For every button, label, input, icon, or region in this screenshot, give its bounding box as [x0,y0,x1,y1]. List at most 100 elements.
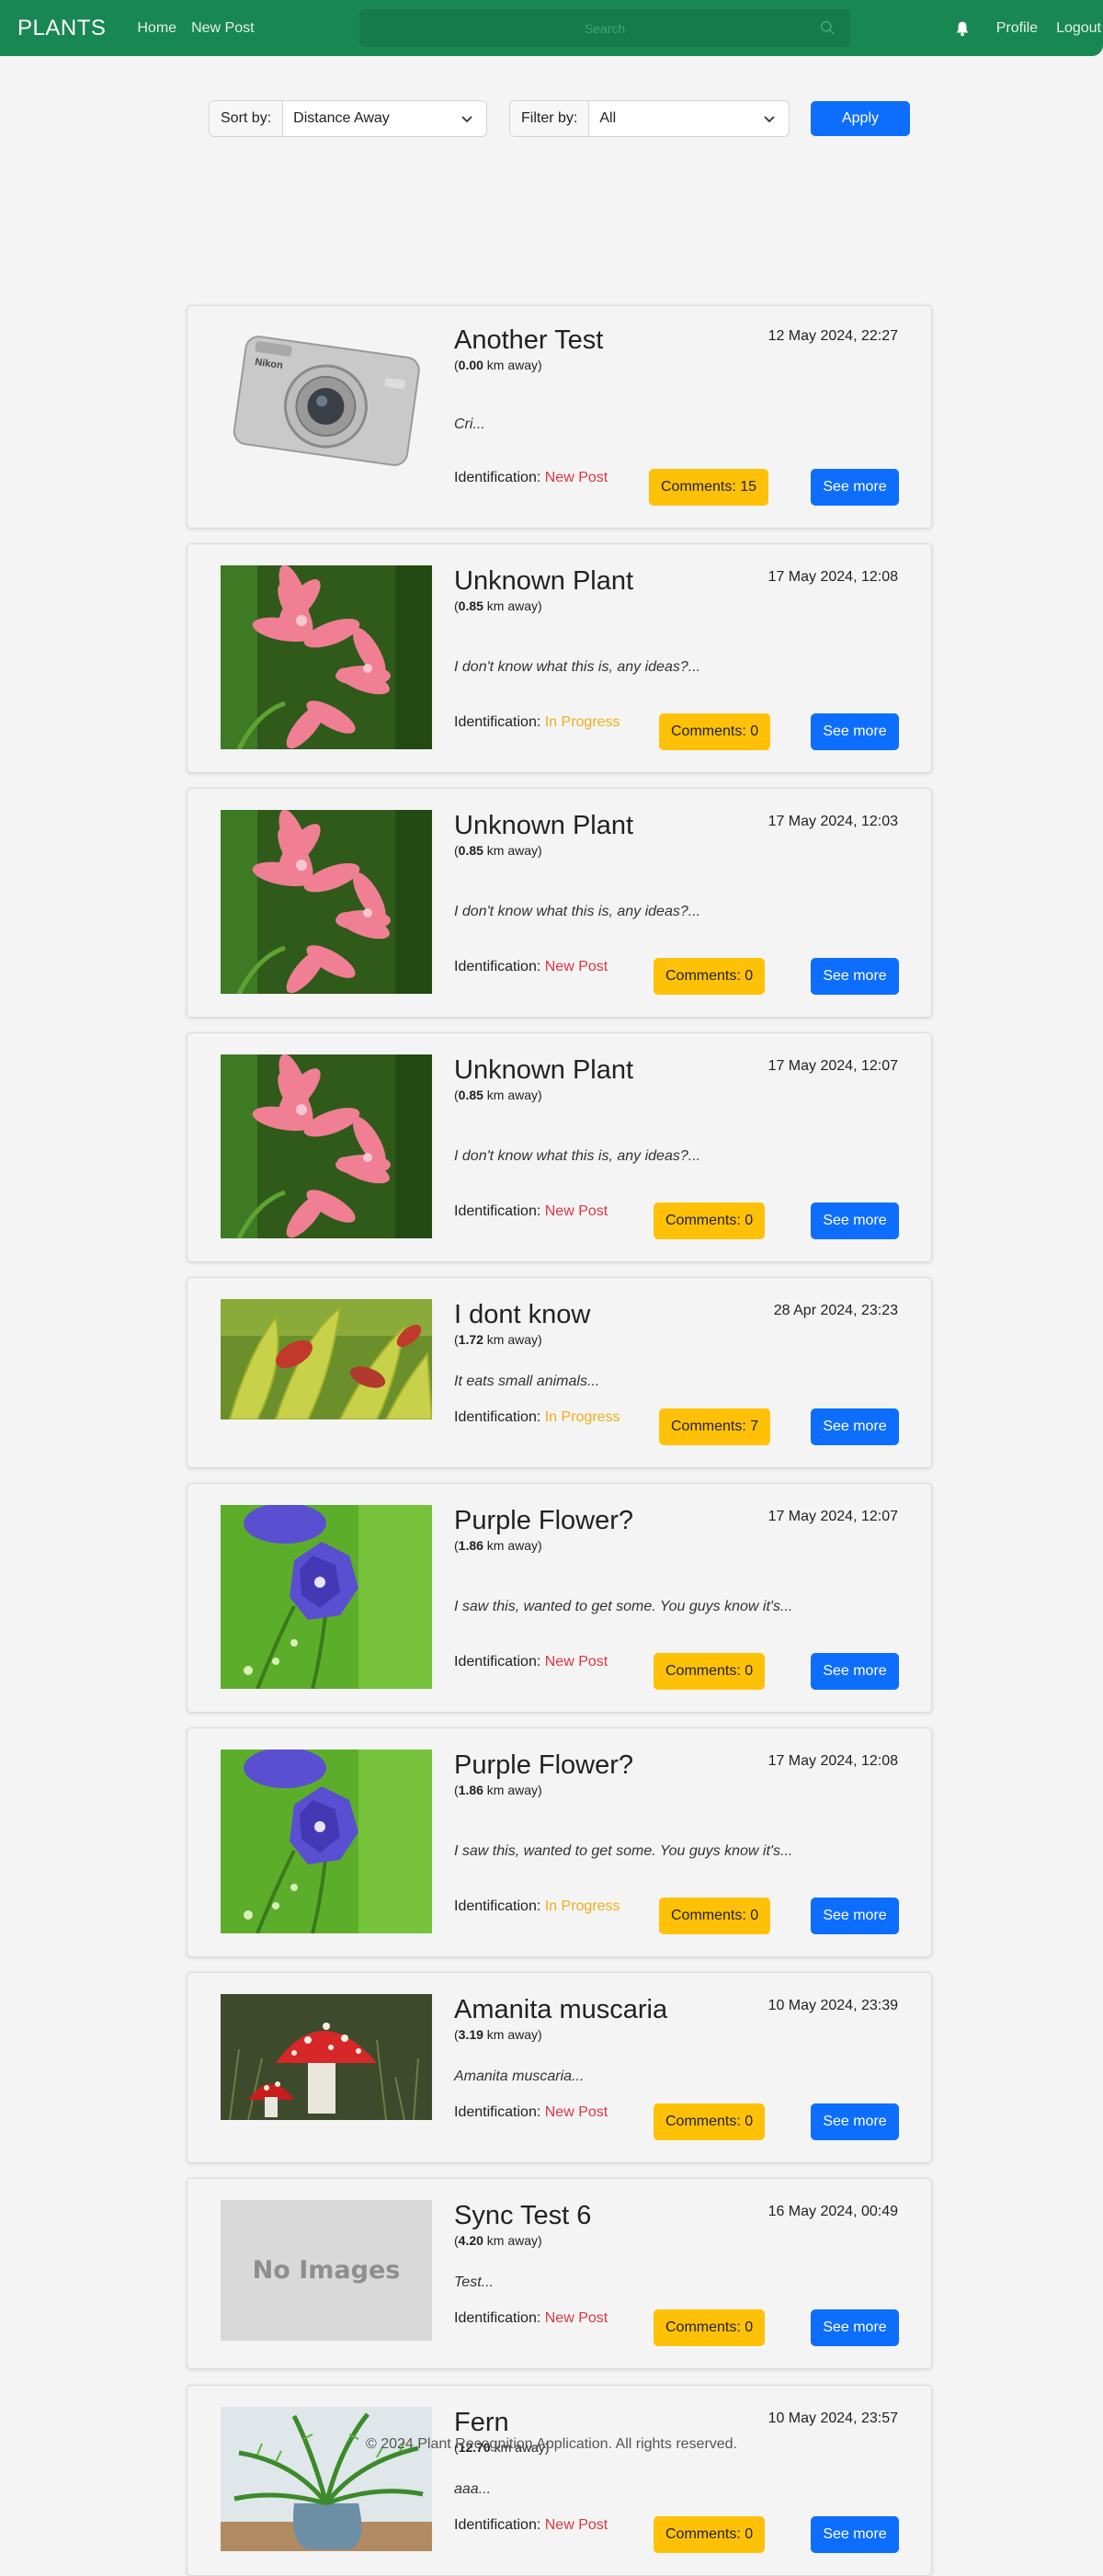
distance-unit: km away) [483,2027,542,2042]
post-image-fern[interactable] [221,2407,432,2551]
see-more-button[interactable]: See more [811,2516,899,2553]
post-identification: Identification: In Progress [454,1898,620,1915]
post-description: I saw this, wanted to get some. You guys… [454,1599,793,1614]
post-card: No Images Sync Test 6 (4.20 km away) 16 … [187,2178,932,2369]
comments-button[interactable]: Comments: 7 [659,1408,771,1445]
post-title[interactable]: Another Test [454,325,603,356]
distance-unit: km away) [483,358,542,372]
post-distance: (1.86 km away) [454,1538,542,1553]
post-title[interactable]: Unknown Plant [454,1055,633,1086]
apply-button[interactable]: Apply [811,101,910,136]
comments-button[interactable]: Comments: 0 [654,1653,766,1690]
see-more-button[interactable]: See more [811,469,899,506]
see-more-button[interactable]: See more [811,2103,899,2140]
post-image-placeholder[interactable]: No Images [221,2200,432,2341]
post-description: I don't know what this is, any ideas?... [454,1148,701,1164]
post-distance: (0.85 km away) [454,598,542,613]
navbar: PLANTS Home New Post Profile Logout [0,0,1103,56]
status-badge: In Progress [544,1409,620,1425]
comments-button[interactable]: Comments: 0 [654,2103,766,2140]
comments-button[interactable]: Comments: 0 [659,1898,771,1934]
nav-home-link[interactable]: Home [137,20,176,37]
post-image-purple-flower[interactable] [221,1750,432,1933]
post-image-purple-flower[interactable] [221,1505,432,1689]
distance-unit: km away) [483,1332,542,1347]
post-title[interactable]: Sync Test 6 [454,2201,591,2231]
comments-button[interactable]: Comments: 0 [654,1203,766,1239]
chevron-down-icon [764,116,775,123]
post-date: 28 Apr 2024, 23:23 [773,1303,898,1318]
comments-button[interactable]: Comments: 15 [649,469,769,506]
post-distance: (3.19 km away) [454,2027,542,2042]
post-distance: (0.85 km away) [454,1088,542,1102]
comments-button[interactable]: Comments: 0 [654,2309,766,2346]
brand-logo[interactable]: PLANTS [17,16,106,41]
footer-text: © 2024 Plant Recognition Application. Al… [365,2436,738,2452]
post-title[interactable]: Fern [454,2408,509,2438]
see-more-button[interactable]: See more [811,1653,899,1690]
post-image-mushroom[interactable] [221,1994,432,2120]
sort-select[interactable]: Distance Away [283,101,486,136]
post-card: Fern (12.70 km away) 10 May 2024, 23:57 … [187,2385,932,2576]
post-title[interactable]: Purple Flower? [454,1750,633,1781]
post-description: I don't know what this is, any ideas?... [454,659,701,675]
comments-button[interactable]: Comments: 0 [654,2516,766,2553]
post-title[interactable]: I dont know [454,1300,590,1330]
post-card: Unknown Plant (0.85 km away) 17 May 2024… [187,788,932,1018]
distance-value: 1.86 [458,1783,483,1797]
post-title[interactable]: Unknown Plant [454,566,633,597]
post-title[interactable]: Unknown Plant [454,811,633,841]
identification-label: Identification: [454,1898,545,1914]
post-identification: Identification: In Progress [454,714,620,731]
page: PLANTS Home New Post Profile Logout Sort… [0,0,1103,2576]
search-input[interactable] [359,9,850,47]
distance-value: 0.85 [458,843,483,858]
distance-value: 0.85 [458,1088,483,1102]
status-badge: New Post [544,470,608,485]
bell-icon[interactable] [954,20,971,37]
nav-new-post-link[interactable]: New Post [191,20,254,37]
comments-button[interactable]: Comments: 0 [659,713,771,750]
see-more-button[interactable]: See more [811,958,899,995]
filter-group: Filter by: All [509,100,790,137]
post-title[interactable]: Amanita muscaria [454,1995,667,2025]
identification-label: Identification: [454,2517,545,2533]
filter-bar: Sort by: Distance Away Filter by: All Ap… [0,56,1103,153]
post-date: 17 May 2024, 12:08 [768,569,898,585]
distance-value: 0.00 [458,358,483,372]
see-more-button[interactable]: See more [811,1898,899,1934]
search-bar [359,9,850,47]
distance-unit: km away) [483,843,542,858]
post-identification: Identification: New Post [454,1654,608,1670]
status-badge: In Progress [544,714,620,730]
post-image-pink-lily[interactable] [221,1054,432,1238]
filter-select[interactable]: All [589,101,789,136]
post-identification: Identification: New Post [454,470,608,486]
nav-profile-link[interactable]: Profile [996,20,1038,37]
see-more-button[interactable]: See more [811,2309,899,2346]
post-image-camera[interactable]: Nikon [221,333,432,473]
post-title[interactable]: Purple Flower? [454,1506,633,1536]
see-more-button[interactable]: See more [811,1203,899,1239]
no-images-text: No Images [252,2256,401,2285]
search-icon[interactable] [820,20,836,36]
identification-label: Identification: [454,470,545,485]
post-date: 17 May 2024, 12:07 [768,1058,898,1074]
filter-label: Filter by: [510,101,590,136]
status-badge: New Post [544,1654,608,1670]
nav-logout-link[interactable]: Logout [1056,20,1101,37]
post-identification: Identification: In Progress [454,1409,620,1426]
comments-button[interactable]: Comments: 0 [654,958,766,995]
status-badge: New Post [544,2310,608,2326]
status-badge: In Progress [544,1898,620,1914]
post-identification: Identification: New Post [454,2310,608,2327]
status-badge: New Post [544,2517,608,2533]
post-card: Unknown Plant (0.85 km away) 17 May 2024… [187,543,932,773]
post-image-pink-lily[interactable] [221,810,432,994]
status-badge: New Post [544,959,608,975]
see-more-button[interactable]: See more [811,713,899,750]
identification-label: Identification: [454,714,545,730]
post-image-venus-flytrap[interactable] [221,1299,432,1419]
post-image-pink-lily[interactable] [221,565,432,749]
see-more-button[interactable]: See more [811,1408,899,1445]
